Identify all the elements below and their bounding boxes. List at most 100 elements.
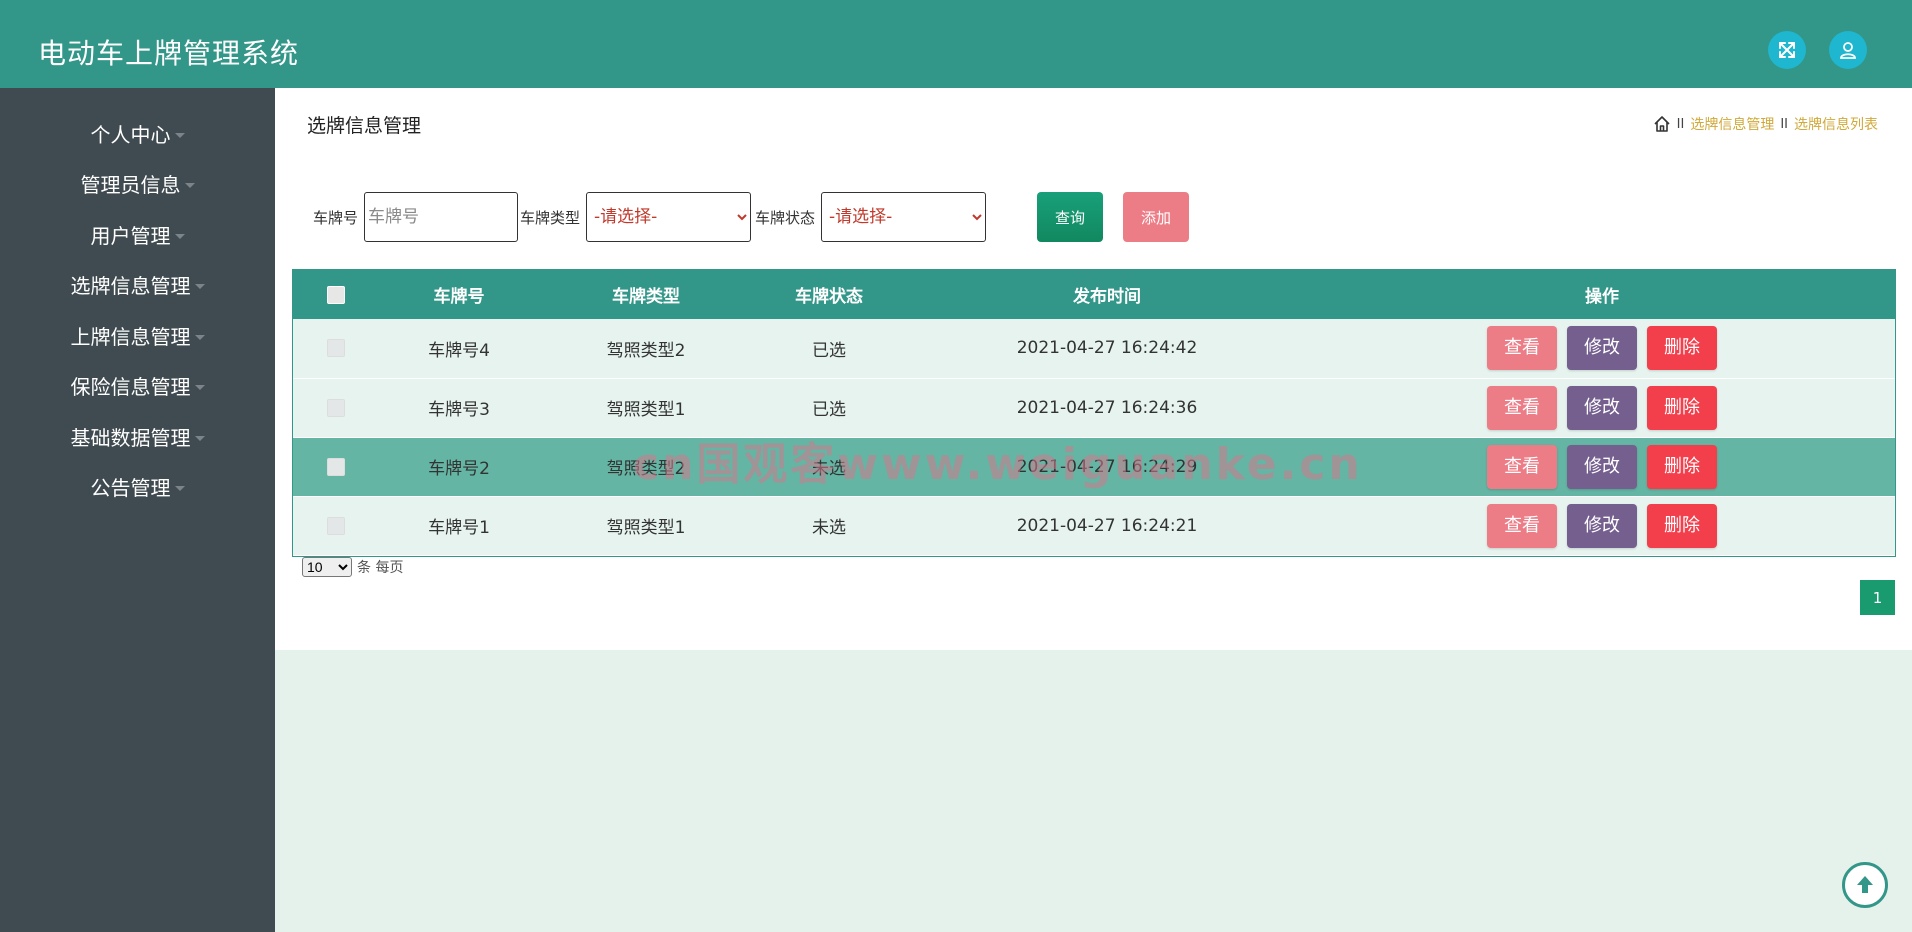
main-panel: 选牌信息管理 II 选牌信息管理 II 选牌信息列表 车牌号 车牌类型 -请选择… — [275, 88, 1912, 650]
time-cell: 2021-04-27 16:24:36 — [1016, 397, 1198, 418]
actions-cell: 查看 修改 删除 — [1309, 319, 1895, 378]
sidebar-item-label: 保险信息管理 — [70, 375, 191, 400]
type-cell: 驾照类型1 — [606, 400, 686, 420]
sidebar-item-announcements[interactable]: 公告管理 — [0, 462, 275, 513]
table-row: 车牌号4 驾照类型2 已选 2021-04-27 16:24:42 查看 修改 删除 — [293, 319, 1895, 378]
view-button[interactable]: 查看 — [1487, 444, 1557, 489]
sidebar-item-insurance[interactable]: 保险信息管理 — [0, 361, 275, 412]
status-select[interactable]: -请选择- — [821, 192, 987, 242]
user-button[interactable] — [1829, 31, 1867, 69]
sidebar-item-admin-info[interactable]: 管理员信息 — [0, 159, 275, 210]
delete-button[interactable]: 删除 — [1647, 385, 1717, 430]
arrow-up-icon — [1857, 876, 1873, 893]
query-button[interactable]: 查询 — [1037, 192, 1103, 242]
page-size-control: 10 条 每页 — [302, 557, 403, 577]
delete-button[interactable]: 删除 — [1647, 503, 1717, 548]
table-row: 车牌号1 驾照类型1 未选 2021-04-27 16:24:21 查看 修改 删除 — [293, 496, 1895, 555]
actions-cell: 查看 修改 删除 — [1309, 496, 1895, 555]
caret-down-icon — [174, 233, 185, 239]
status-cell: 未选 — [812, 459, 846, 479]
row-checkbox[interactable] — [327, 457, 345, 476]
home-icon[interactable] — [1653, 115, 1671, 133]
status-cell: 已选 — [812, 400, 846, 420]
plate-input[interactable] — [364, 192, 519, 242]
page-title: 选牌信息管理 — [307, 115, 422, 137]
time-cell: 2021-04-27 16:24:42 — [1016, 338, 1198, 359]
page-size-select[interactable]: 10 — [302, 557, 352, 577]
edit-button[interactable]: 修改 — [1567, 326, 1637, 371]
breadcrumb-item[interactable]: 选牌信息列表 — [1794, 114, 1878, 134]
plate-cell: 车牌号3 — [428, 400, 490, 420]
breadcrumb-separator: II — [1780, 116, 1788, 132]
sidebar-item-label: 上牌信息管理 — [70, 324, 191, 349]
time-cell: 2021-04-27 16:24:21 — [1016, 515, 1198, 536]
fullscreen-icon — [1779, 42, 1795, 58]
time-cell: 2021-04-27 16:24:29 — [1016, 456, 1198, 477]
page-number-button[interactable]: 1 — [1860, 580, 1895, 615]
actions-cell: 查看 修改 删除 — [1309, 378, 1895, 437]
caret-down-icon — [194, 334, 205, 340]
edit-button[interactable]: 修改 — [1567, 444, 1637, 489]
view-button[interactable]: 查看 — [1487, 326, 1557, 371]
row-checkbox[interactable] — [327, 516, 345, 535]
sidebar-item-label: 个人中心 — [90, 122, 171, 147]
row-checkbox[interactable] — [327, 398, 345, 417]
caret-down-icon — [194, 435, 205, 441]
sidebar-menu: 个人中心 管理员信息 用户管理 选牌信息管理 上牌信息管理 保险信息管理 基础数… — [0, 88, 275, 512]
row-checkbox[interactable] — [327, 339, 345, 358]
sidebar-item-label: 选牌信息管理 — [70, 274, 191, 299]
sidebar-item-user-management[interactable]: 用户管理 — [0, 209, 275, 260]
table-row: 车牌号3 驾照类型1 已选 2021-04-27 16:24:36 查看 修改 删除 — [293, 378, 1895, 437]
add-button[interactable]: 添加 — [1123, 192, 1189, 242]
caret-down-icon — [194, 284, 205, 290]
status-cell: 已选 — [812, 340, 846, 361]
status-label: 车牌状态 — [755, 208, 816, 227]
sidebar-item-label: 基础数据管理 — [70, 425, 191, 450]
caret-down-icon — [174, 486, 185, 492]
view-button[interactable]: 查看 — [1487, 385, 1557, 430]
delete-button[interactable]: 删除 — [1647, 326, 1717, 371]
caret-down-icon — [184, 183, 195, 189]
caret-down-icon — [174, 132, 185, 138]
column-header: 车牌类型 — [612, 287, 680, 307]
sidebar-item-label: 公告管理 — [90, 476, 171, 501]
table-header-row: 车牌号 车牌类型 车牌状态 发布时间 操作 — [293, 270, 1895, 319]
column-header: 操作 — [1585, 287, 1619, 307]
column-header: 车牌号 — [433, 287, 485, 307]
sidebar-item-label: 用户管理 — [90, 223, 171, 248]
column-header: 发布时间 — [1073, 287, 1141, 307]
page-size-suffix: 条 每页 — [357, 560, 404, 576]
fullscreen-button[interactable] — [1768, 31, 1806, 69]
type-cell: 驾照类型1 — [606, 518, 686, 538]
plate-cell: 车牌号4 — [428, 340, 490, 361]
select-all-checkbox[interactable] — [327, 285, 345, 304]
plate-label: 车牌号 — [313, 208, 359, 227]
type-select[interactable]: -请选择- — [586, 192, 752, 242]
top-header: 电动车上牌管理系统 — [0, 0, 1912, 88]
sidebar-item-plate-registration[interactable]: 上牌信息管理 — [0, 310, 275, 361]
sidebar-item-plate-selection[interactable]: 选牌信息管理 — [0, 260, 275, 311]
type-cell: 驾照类型2 — [606, 459, 686, 479]
status-cell: 未选 — [812, 518, 846, 538]
sidebar-item-basic-data[interactable]: 基础数据管理 — [0, 411, 275, 462]
sidebar-item-label: 管理员信息 — [80, 173, 181, 198]
breadcrumb-separator: II — [1676, 116, 1685, 132]
type-label: 车牌类型 — [520, 208, 581, 227]
column-header: 车牌状态 — [795, 287, 863, 307]
edit-button[interactable]: 修改 — [1567, 385, 1637, 430]
breadcrumb: II 选牌信息管理 II 选牌信息列表 — [1653, 114, 1878, 134]
app-title: 电动车上牌管理系统 — [38, 37, 300, 70]
delete-button[interactable]: 删除 — [1647, 444, 1717, 489]
user-icon — [1840, 42, 1856, 59]
view-button[interactable]: 查看 — [1487, 503, 1557, 548]
breadcrumb-item[interactable]: 选牌信息管理 — [1690, 114, 1774, 134]
plate-cell: 车牌号2 — [428, 459, 490, 479]
table-row: 车牌号2 驾照类型2 未选 2021-04-27 16:24:29 查看 修改 删除 — [293, 437, 1895, 496]
sidebar: 个人中心 管理员信息 用户管理 选牌信息管理 上牌信息管理 保险信息管理 基础数… — [0, 88, 275, 932]
edit-button[interactable]: 修改 — [1567, 503, 1637, 548]
back-to-top-button[interactable] — [1842, 862, 1888, 908]
search-form: 车牌号 车牌类型 -请选择- 车牌状态 -请选择- — [313, 192, 987, 242]
sidebar-item-personal-center[interactable]: 个人中心 — [0, 108, 275, 159]
type-cell: 驾照类型2 — [606, 340, 686, 361]
plate-cell: 车牌号1 — [428, 518, 490, 538]
